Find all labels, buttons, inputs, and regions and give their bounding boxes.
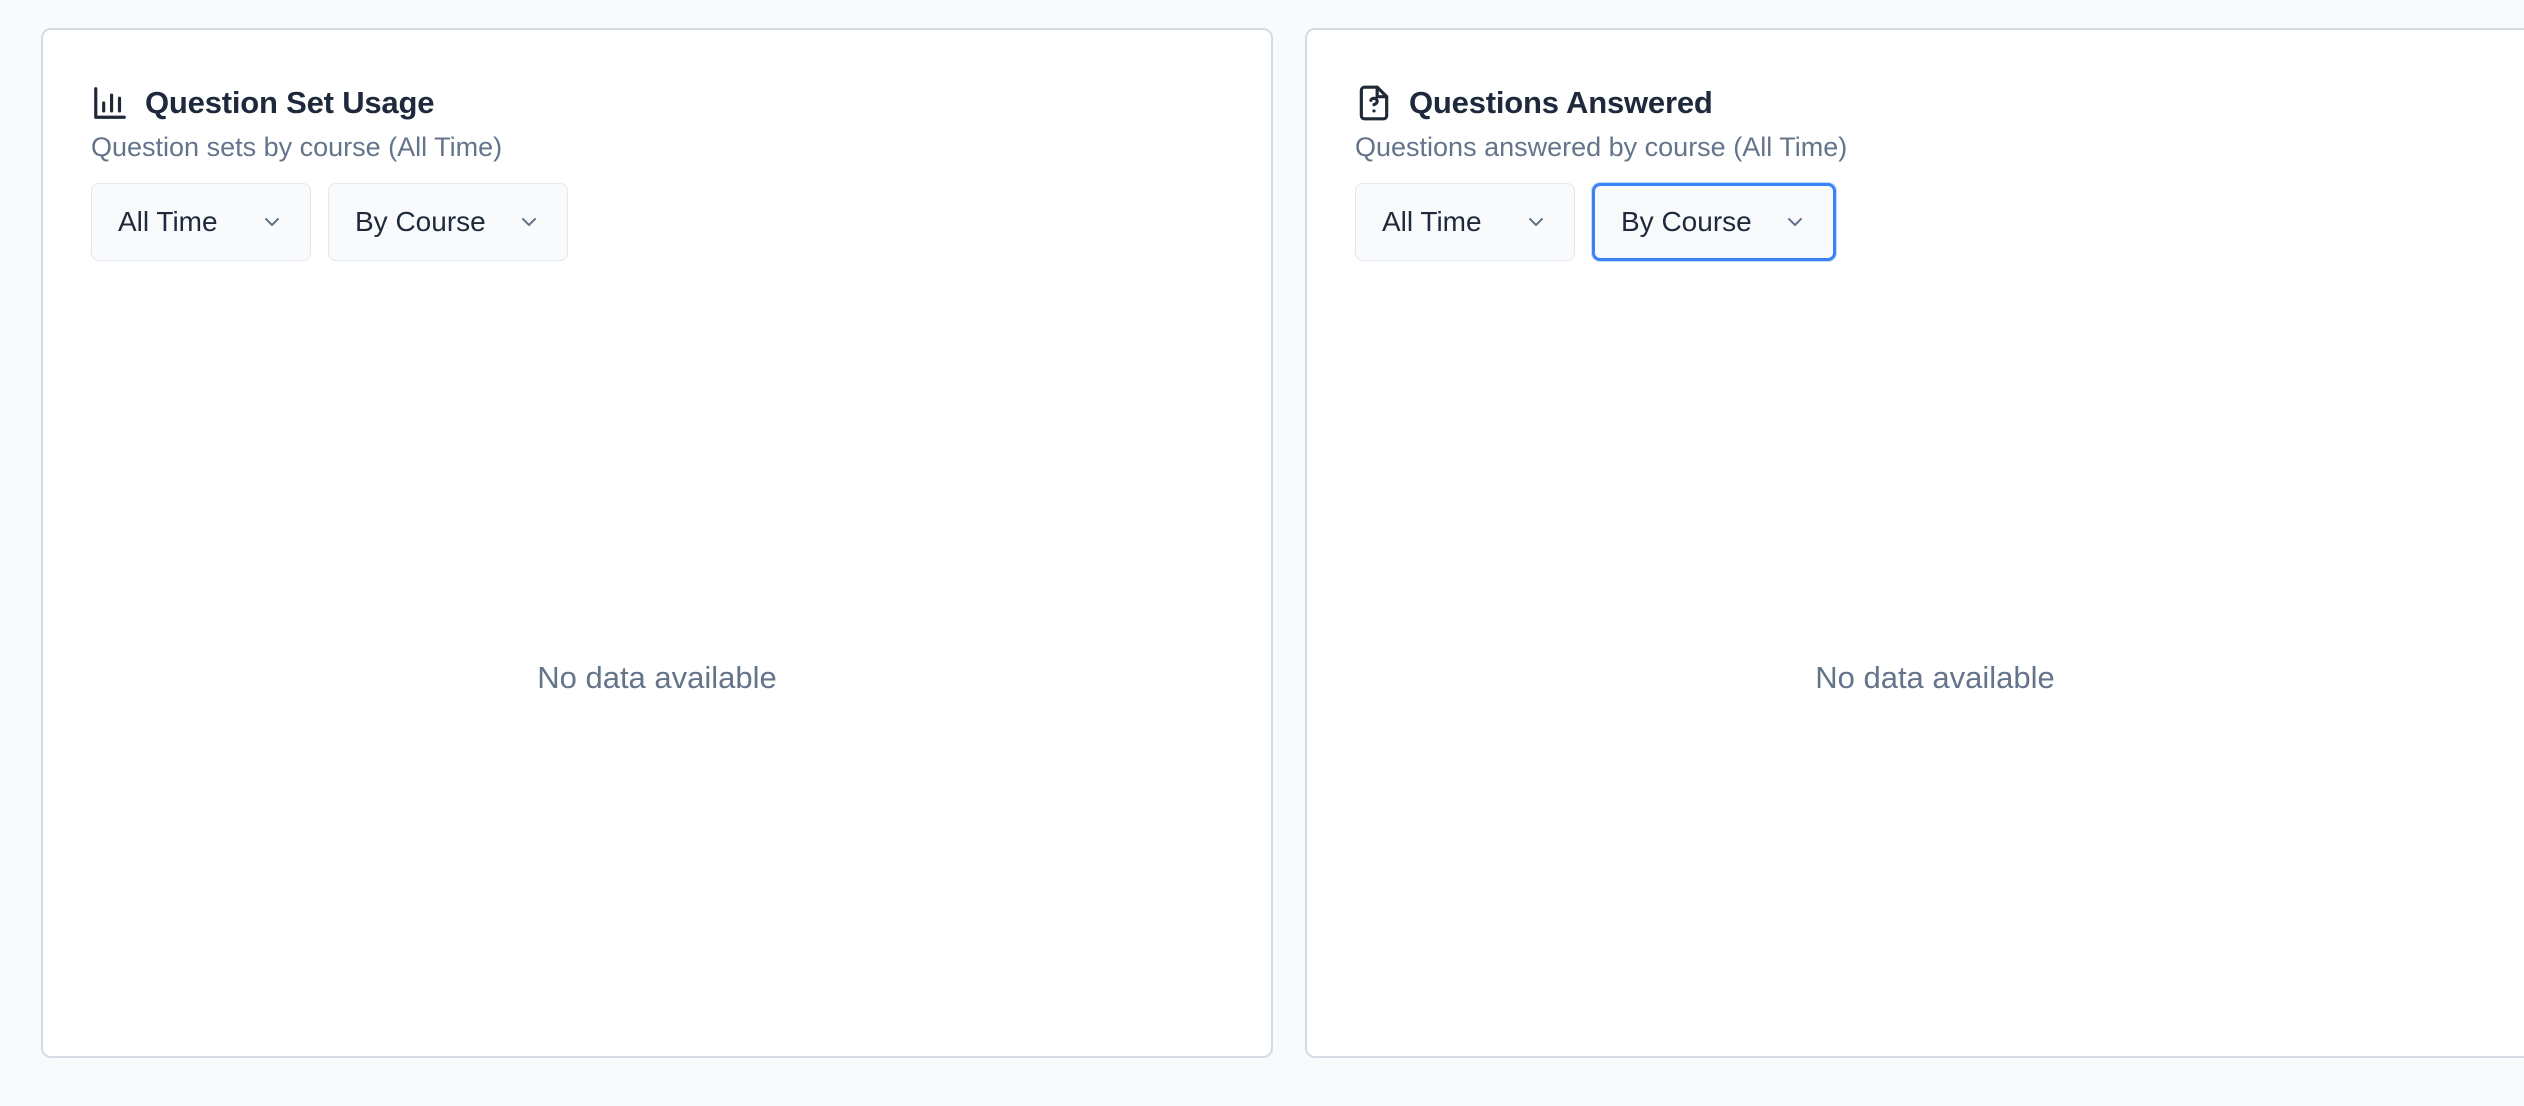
- question-set-usage-card: Question Set Usage Question sets by cour…: [41, 28, 1273, 1058]
- chevron-down-icon: [1783, 210, 1807, 234]
- time-range-select[interactable]: All Time: [91, 183, 311, 261]
- filter-bar: All Time By Course: [1355, 183, 1836, 261]
- bar-chart-icon: [91, 84, 129, 122]
- card-title: Questions Answered: [1409, 85, 1713, 120]
- card-header: Question Set Usage: [91, 84, 434, 122]
- time-range-select[interactable]: All Time: [1355, 183, 1575, 261]
- file-question-icon: [1355, 84, 1393, 122]
- chevron-down-icon: [517, 210, 541, 234]
- card-subtitle: Questions answered by course (All Time): [1355, 132, 1848, 162]
- filter-bar: All Time By Course: [91, 183, 568, 261]
- time-range-value: All Time: [1382, 206, 1482, 237]
- questions-answered-card: Questions Answered Questions answered by…: [1305, 28, 2524, 1058]
- empty-state-message: No data available: [1815, 660, 2055, 695]
- group-by-select[interactable]: By Course: [328, 183, 568, 261]
- chevron-down-icon: [1524, 210, 1548, 234]
- card-subtitle: Question sets by course (All Time): [91, 132, 503, 162]
- card-header: Questions Answered: [1355, 84, 1713, 122]
- card-title: Question Set Usage: [145, 85, 435, 120]
- group-by-value: By Course: [355, 206, 486, 237]
- group-by-select[interactable]: By Course: [1592, 183, 1836, 261]
- empty-state-message: No data available: [537, 660, 777, 695]
- group-by-value: By Course: [1621, 206, 1752, 237]
- time-range-value: All Time: [118, 206, 218, 237]
- chevron-down-icon: [260, 210, 284, 234]
